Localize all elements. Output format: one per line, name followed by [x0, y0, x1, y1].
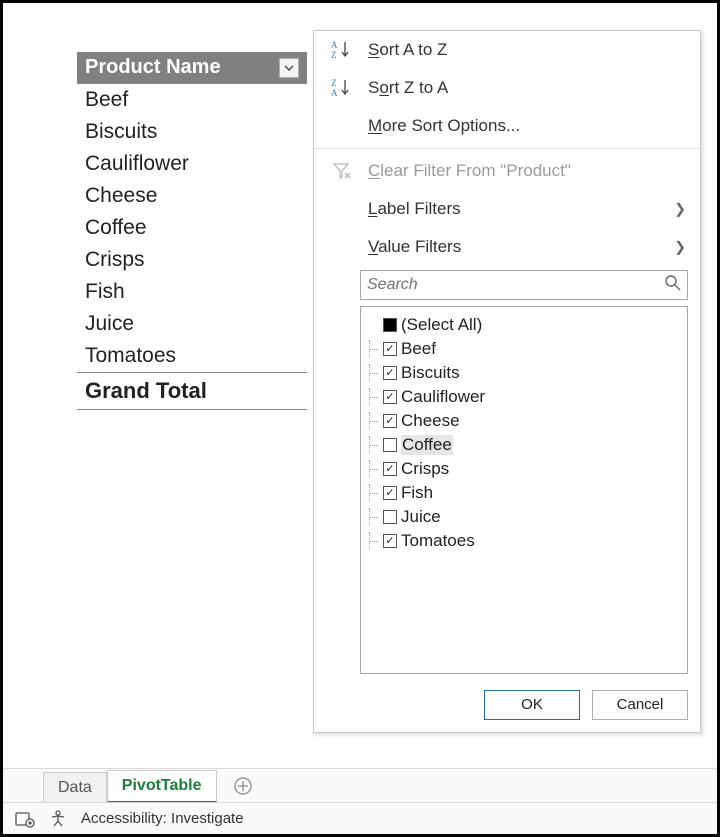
status-bar: Accessibility: Investigate: [3, 802, 717, 834]
app-frame: Product Name BeefBiscuitsCauliflowerChee…: [0, 0, 720, 837]
ok-button[interactable]: OK: [484, 690, 580, 720]
filter-item-checkbox[interactable]: [383, 510, 397, 524]
filter-item-label: Tomatoes: [401, 531, 475, 551]
sort-za-item[interactable]: Z A Sort Z to A: [314, 69, 700, 107]
filter-item[interactable]: Beef: [369, 337, 679, 361]
filter-item-label: Fish: [401, 483, 433, 503]
filter-item-checkbox[interactable]: [383, 462, 397, 476]
tab-pivottable[interactable]: PivotTable: [107, 770, 217, 803]
search-wrap: [360, 270, 688, 300]
sort-za-icon: Z A: [330, 78, 354, 98]
select-all-checkbox[interactable]: [383, 318, 397, 332]
filter-menu: A Z Sort A to Z Z A Sort Z to A More Sor…: [313, 30, 701, 733]
sort-az-item[interactable]: A Z Sort A to Z: [314, 31, 700, 69]
record-macro-icon[interactable]: [15, 810, 35, 828]
select-all-label: (Select All): [401, 315, 482, 335]
filter-item-checkbox[interactable]: [383, 366, 397, 380]
label-filters-item[interactable]: Label Filters ❯: [314, 190, 700, 228]
chevron-right-icon: ❯: [674, 239, 686, 256]
svg-text:A: A: [331, 40, 338, 50]
accessibility-icon[interactable]: [49, 810, 67, 828]
filter-item-checkbox[interactable]: [383, 342, 397, 356]
filter-item-label: Coffee: [401, 435, 453, 455]
pivot-header-label: Product Name: [85, 56, 221, 79]
filter-item-label: Juice: [401, 507, 441, 527]
clear-filter-icon: [330, 162, 354, 180]
pivot-dropdown-button[interactable]: [279, 58, 299, 78]
filter-item-label: Beef: [401, 339, 436, 359]
pivot-row[interactable]: Coffee: [77, 212, 307, 244]
clear-filter-label: Clear Filter From "Product": [368, 161, 571, 181]
pivot-row[interactable]: Fish: [77, 276, 307, 308]
filter-item-checkbox[interactable]: [383, 390, 397, 404]
svg-text:Z: Z: [331, 50, 337, 60]
plus-circle-icon: [233, 776, 253, 796]
search-icon: [664, 274, 682, 296]
pivot-header[interactable]: Product Name: [77, 52, 307, 84]
sheet-tab-row: Data PivotTable: [3, 768, 717, 802]
filter-item-checkbox[interactable]: [383, 486, 397, 500]
filter-item-checkbox[interactable]: [383, 534, 397, 548]
filter-item[interactable]: Juice: [369, 505, 679, 529]
filter-item[interactable]: Crisps: [369, 457, 679, 481]
label-filters-label: Label Filters: [368, 199, 461, 219]
pivot-row[interactable]: Tomatoes: [77, 340, 307, 372]
filter-item-label: Crisps: [401, 459, 449, 479]
filter-listbox[interactable]: (Select All) Beef Biscuits Cauliflower Chee…: [360, 306, 688, 674]
select-all-row[interactable]: (Select All): [369, 313, 679, 337]
filter-item[interactable]: Biscuits: [369, 361, 679, 385]
more-sort-item[interactable]: More Sort Options...: [314, 107, 700, 145]
button-row: OK Cancel: [314, 684, 700, 724]
pivot-row[interactable]: Juice: [77, 308, 307, 340]
svg-text:A: A: [331, 88, 338, 98]
pivot-row[interactable]: Crisps: [77, 244, 307, 276]
filter-item-label: Cheese: [401, 411, 460, 431]
pivot-row[interactable]: Cheese: [77, 180, 307, 212]
filter-item[interactable]: Coffee: [369, 433, 679, 457]
chevron-down-icon: [284, 63, 294, 73]
filter-item[interactable]: Tomatoes: [369, 529, 679, 553]
pivot-row[interactable]: Beef: [77, 84, 307, 116]
filter-item-label: Cauliflower: [401, 387, 485, 407]
filter-item-checkbox[interactable]: [383, 414, 397, 428]
filter-item-label: Biscuits: [401, 363, 460, 383]
chevron-right-icon: ❯: [674, 201, 686, 218]
svg-text:Z: Z: [331, 78, 337, 88]
value-filters-item[interactable]: Value Filters ❯: [314, 228, 700, 266]
filter-item[interactable]: Fish: [369, 481, 679, 505]
filter-item-checkbox[interactable]: [383, 438, 397, 452]
search-input[interactable]: [360, 270, 688, 300]
value-filters-label: Value Filters: [368, 237, 461, 257]
pivot-column: Product Name BeefBiscuitsCauliflowerChee…: [77, 52, 307, 410]
pivot-row[interactable]: Cauliflower: [77, 148, 307, 180]
sort-az-icon: A Z: [330, 40, 354, 60]
new-sheet-button[interactable]: [227, 770, 259, 802]
clear-filter-item: Clear Filter From "Product": [314, 152, 700, 190]
filter-item[interactable]: Cheese: [369, 409, 679, 433]
menu-separator: [314, 148, 700, 149]
filter-item[interactable]: Cauliflower: [369, 385, 679, 409]
sort-az-label: Sort A to Z: [368, 40, 447, 60]
more-sort-label: More Sort Options...: [368, 116, 520, 136]
pivot-row[interactable]: Biscuits: [77, 116, 307, 148]
sort-za-label: Sort Z to A: [368, 78, 448, 98]
pivot-grand-total: Grand Total: [77, 372, 307, 410]
tab-data[interactable]: Data: [43, 772, 107, 803]
cancel-button[interactable]: Cancel: [592, 690, 688, 720]
accessibility-status-label[interactable]: Accessibility: Investigate: [81, 810, 244, 827]
